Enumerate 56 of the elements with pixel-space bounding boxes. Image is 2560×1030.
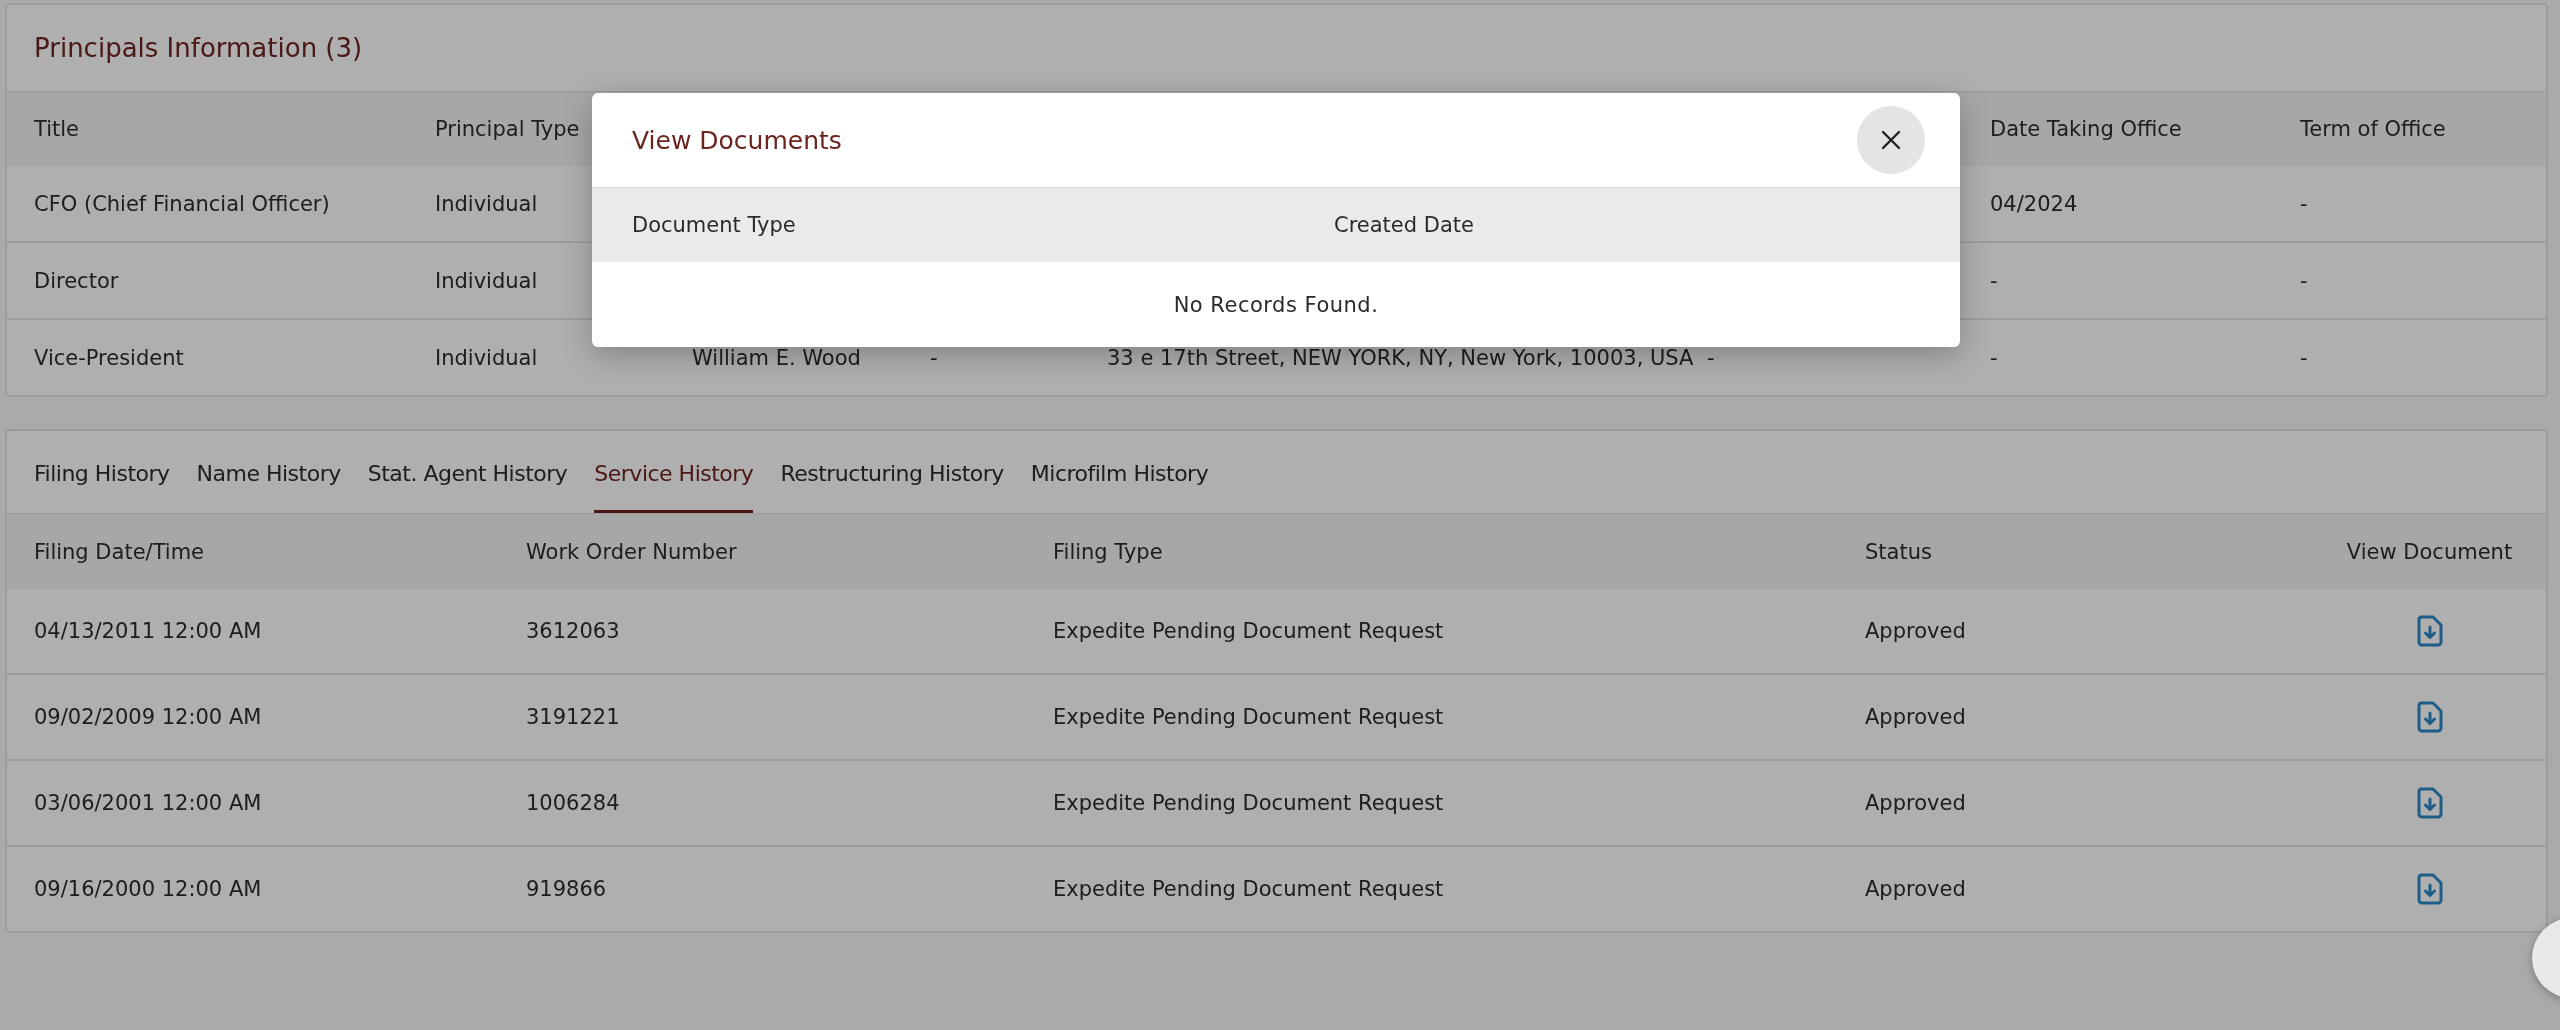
table-cell: 3612063 [526,619,620,643]
column-header: Document Type [632,213,796,237]
table-cell: Director [34,268,119,293]
file-download-icon[interactable] [2416,615,2443,647]
table-cell: - [1707,345,1715,370]
table-cell: - [2300,268,2308,293]
table-cell: 919866 [526,877,607,901]
column-header: View Document [2346,539,2513,564]
table-cell: William E. Wood [692,345,861,370]
tab[interactable]: Restructuring History [780,461,1004,513]
table-cell: 04/13/2011 12:00 AM [34,619,262,643]
column-header: Filing Date/Time [34,539,205,564]
table-cell: - [2300,345,2308,370]
table-cell: CFO (Chief Financial Officer) [34,191,330,216]
file-download-icon[interactable] [2416,701,2443,733]
table-cell: Expedite Pending Document Request [1053,705,1444,729]
tab[interactable]: Microfilm History [1030,461,1209,513]
column-header: Created Date [1334,213,1474,237]
table-cell: 33 e 17th Street, NEW YORK, NY, New York, 10003, USA [1107,345,1694,370]
table-cell: 1006284 [526,791,620,815]
table-cell: Expedite Pending Document Request [1053,619,1444,643]
tab[interactable]: Filing History [34,461,170,513]
table-cell: Individual [435,268,538,293]
column-header: Principal Type [435,117,580,141]
table-cell: 09/02/2009 12:00 AM [34,705,262,729]
table-cell: 04/2024 [1990,191,2078,216]
column-header: Date Taking Office [1990,117,2182,141]
column-header: Work Order Number [526,539,737,564]
tab[interactable]: Stat. Agent History [367,461,568,513]
table-cell: 09/16/2000 12:00 AM [34,877,262,901]
column-header: Title [34,117,79,141]
empty-message: No Records Found. [1173,292,1379,317]
table-cell: Individual [435,345,538,370]
table-cell: Individual [435,191,538,216]
table-cell: - [1990,268,1998,293]
table-cell: Approved [1865,877,1966,901]
modal-title: View Documents [632,125,842,155]
table-cell: 3191221 [526,705,620,729]
table-cell: Approved [1865,791,1966,815]
section-title: Principals Information (3) [34,33,363,63]
table-cell: Expedite Pending Document Request [1053,877,1444,901]
table-cell: Approved [1865,705,1966,729]
table-cell: - [1990,345,1998,370]
table-cell: Expedite Pending Document Request [1053,791,1444,815]
table-cell: - [930,345,938,370]
column-header: Filing Type [1053,539,1163,564]
tab[interactable]: Name History [196,461,341,513]
table-cell: Approved [1865,619,1966,643]
file-download-icon[interactable] [2416,787,2443,819]
table-cell: 03/06/2001 12:00 AM [34,791,262,815]
column-header: Status [1865,539,1932,564]
file-download-icon[interactable] [2416,873,2443,905]
table-cell: - [2300,191,2308,216]
table-cell: Vice-President [34,345,184,370]
column-header: Term of Office [2300,117,2446,141]
close-icon [1880,129,1902,151]
